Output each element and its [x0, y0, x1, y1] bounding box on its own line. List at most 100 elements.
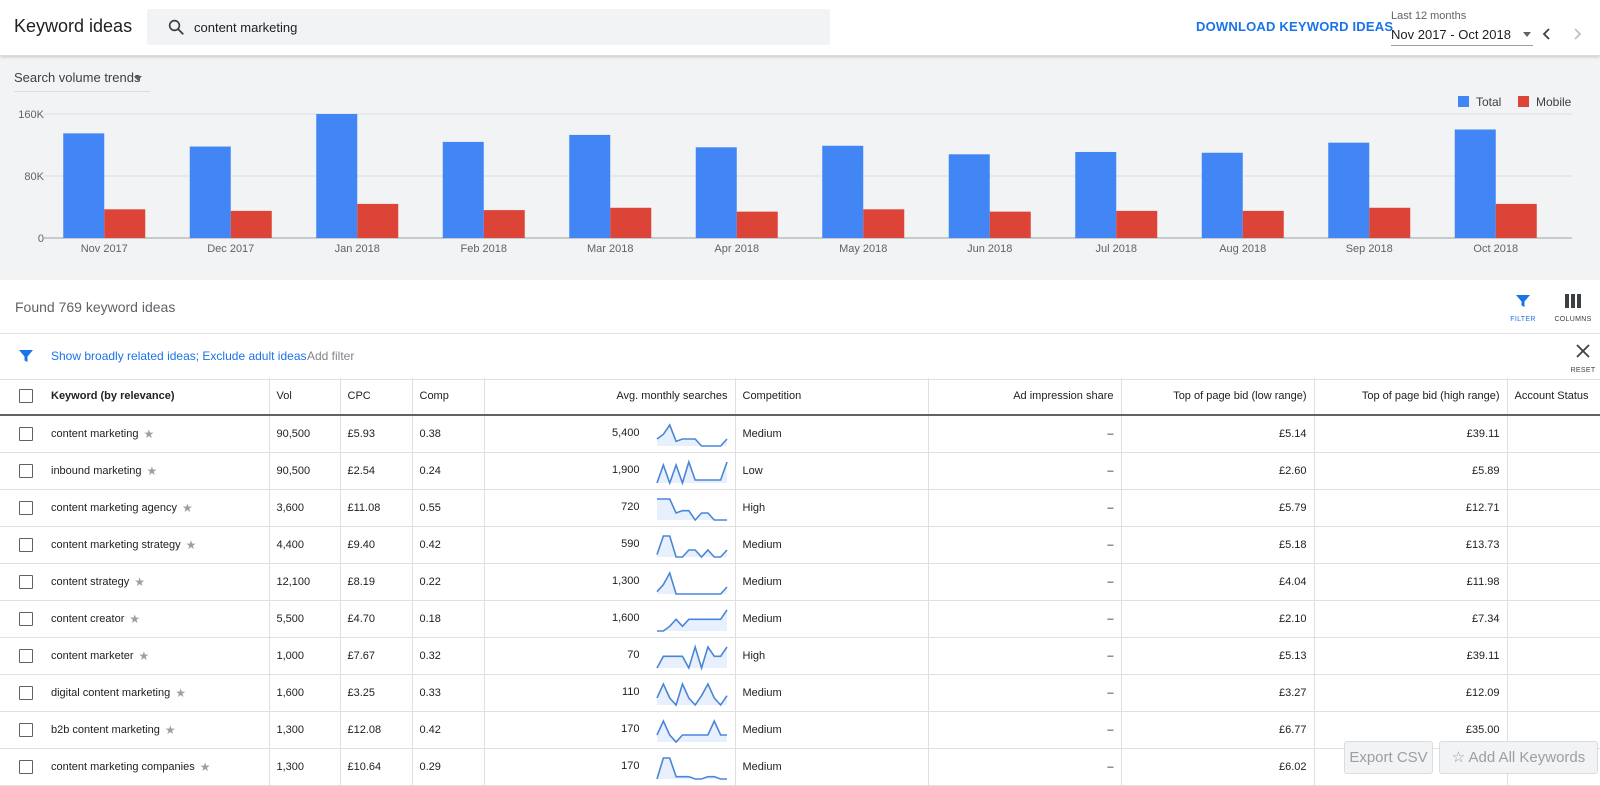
keyword-text[interactable]: content creator: [51, 613, 124, 625]
search-box[interactable]: [147, 9, 830, 45]
select-all-cell: [0, 378, 51, 416]
date-range-select[interactable]: Nov 2017 - Oct 2018: [1391, 25, 1533, 46]
account-status-cell: [1507, 526, 1600, 564]
avg-monthly-searches-value: 1,900: [611, 464, 640, 476]
keyword-text[interactable]: b2b content marketing: [51, 724, 160, 736]
competition-cell: High: [735, 637, 929, 675]
star-icon[interactable]: ★: [175, 686, 186, 700]
chevron-left-icon[interactable]: [1537, 24, 1557, 44]
column-header-avg-monthly-searches[interactable]: Avg. monthly searches: [484, 378, 736, 416]
avg-monthly-searches-cell: 1,600: [484, 600, 736, 638]
comp-cell: 0.32: [412, 637, 485, 675]
keyword-text[interactable]: digital content marketing: [51, 687, 170, 699]
table-row[interactable]: content creator ★ 5,500 £4.70 0.18 1,600 Mediu…: [0, 600, 1600, 638]
star-icon[interactable]: ★: [200, 760, 211, 774]
bid-high-cell: £7.34: [1314, 600, 1508, 638]
ad-impression-share-cell: –: [928, 748, 1122, 786]
keyword-text[interactable]: content marketing companies: [51, 761, 195, 773]
bar-mobile: [357, 203, 399, 238]
avg-monthly-searches-cell: 590: [484, 526, 736, 564]
download-keyword-ideas-button[interactable]: DOWNLOAD KEYWORD IDEAS: [1196, 19, 1393, 34]
keyword-text[interactable]: content marketing strategy: [51, 539, 181, 551]
chevron-right-icon[interactable]: [1567, 24, 1587, 44]
column-header-keyword[interactable]: Keyword (by relevance): [51, 378, 270, 416]
keyword-cell: content marketing agency ★: [51, 489, 270, 527]
avg-monthly-searches-cell: 720: [484, 489, 736, 527]
x-tick-label: Nov 2017: [81, 243, 128, 255]
row-checkbox[interactable]: [18, 612, 33, 626]
column-header-cpc[interactable]: CPC: [340, 378, 413, 416]
competition-cell: Medium: [735, 711, 929, 749]
keyword-text[interactable]: content marketing: [51, 428, 138, 440]
bid-high-cell: £11.98: [1314, 563, 1508, 601]
vol-cell: 1,000: [269, 637, 341, 675]
sparkline: [655, 757, 727, 780]
star-icon[interactable]: ★: [186, 538, 197, 552]
export-csv-button[interactable]: Export CSV: [1344, 741, 1433, 774]
bar-total: [1075, 151, 1117, 238]
keyword-text[interactable]: content marketer: [51, 650, 134, 662]
legend-label-total: Total: [1476, 95, 1501, 109]
column-header-ad-impression-share[interactable]: Ad impression share: [928, 378, 1122, 416]
add-all-keywords-button[interactable]: ☆ Add All Keywords: [1439, 741, 1598, 774]
bar-mobile: [1495, 203, 1537, 238]
row-select-cell: [0, 489, 51, 527]
avg-monthly-searches-cell: 110: [484, 674, 736, 712]
table-row[interactable]: content marketing strategy ★ 4,400 £9.40 0.4…: [0, 526, 1600, 564]
table-row[interactable]: content marketing ★ 90,500 £5.93 0.38 5,400 Me…: [0, 415, 1600, 453]
search-input[interactable]: [194, 9, 794, 45]
bid-high-cell: £12.09: [1314, 674, 1508, 712]
columns-button[interactable]: COLUMNS: [1551, 291, 1595, 327]
vol-cell: 1,600: [269, 674, 341, 712]
table-row[interactable]: inbound marketing ★ 90,500 £2.54 0.24 1,900 Lo…: [0, 452, 1600, 490]
row-checkbox[interactable]: [18, 760, 33, 774]
column-header-account-status[interactable]: Account Status: [1507, 378, 1600, 416]
column-header-bid-low[interactable]: Top of page bid (low range): [1121, 378, 1315, 416]
keyword-text[interactable]: inbound marketing: [51, 465, 142, 477]
table-row[interactable]: content strategy ★ 12,100 £8.19 0.22 1,300 Med…: [0, 563, 1600, 601]
row-checkbox[interactable]: [18, 427, 33, 441]
active-filters-chip[interactable]: Show broadly related ideas; Exclude adul…: [51, 349, 307, 363]
star-icon[interactable]: ★: [139, 649, 150, 663]
y-tick-label: 80K: [24, 171, 44, 183]
keyword-text[interactable]: content marketing agency: [51, 502, 177, 514]
row-checkbox[interactable]: [18, 538, 33, 552]
row-checkbox[interactable]: [18, 649, 33, 663]
reset-button[interactable]: RESET: [1568, 341, 1598, 375]
star-icon[interactable]: ★: [129, 612, 140, 626]
star-icon[interactable]: ★: [143, 427, 154, 441]
search-volume-chart: 0 80K 160K Nov 2017 Dec 2017 Jan 2018 Feb 2018…: [18, 95, 1572, 255]
filter-bar: Show broadly related ideas; Exclude adul…: [0, 333, 1600, 380]
ad-impression-share-cell: –: [928, 526, 1122, 564]
column-header-competition[interactable]: Competition: [735, 378, 929, 416]
ad-impression-share-cell: –: [928, 674, 1122, 712]
star-icon[interactable]: ★: [182, 501, 193, 515]
select-all-checkbox[interactable]: [18, 389, 33, 403]
column-header-vol[interactable]: Vol: [269, 378, 341, 416]
row-checkbox[interactable]: [18, 723, 33, 737]
table-row[interactable]: content marketing agency ★ 3,600 £11.08 0.55…: [0, 489, 1600, 527]
bid-high-cell: £13.73: [1314, 526, 1508, 564]
avg-monthly-searches-value: 5,400: [611, 427, 640, 439]
close-icon: [1576, 344, 1590, 358]
y-tick-label: 0: [38, 233, 44, 245]
star-icon[interactable]: ★: [147, 464, 158, 478]
column-header-comp[interactable]: Comp: [412, 378, 485, 416]
row-checkbox[interactable]: [18, 464, 33, 478]
row-checkbox[interactable]: [18, 686, 33, 700]
ad-impression-share-cell: –: [928, 563, 1122, 601]
add-filter-link[interactable]: Add filter: [307, 349, 354, 363]
column-header-bid-high[interactable]: Top of page bid (high range): [1314, 378, 1508, 416]
avg-monthly-searches-cell: 1,900: [484, 452, 736, 490]
table-row[interactable]: content marketer ★ 1,000 £7.67 0.32 70 High – £5…: [0, 637, 1600, 675]
row-checkbox[interactable]: [18, 501, 33, 515]
star-icon[interactable]: ★: [134, 575, 145, 589]
bar-total: [948, 154, 990, 238]
row-checkbox[interactable]: [18, 575, 33, 589]
star-icon[interactable]: ★: [165, 723, 176, 737]
table-row[interactable]: digital content marketing ★ 1,600 £3.25 0.33…: [0, 674, 1600, 712]
filter-button[interactable]: FILTER: [1501, 291, 1545, 327]
chart-type-select[interactable]: Search volume trends: [14, 70, 150, 92]
keyword-text[interactable]: content strategy: [51, 576, 129, 588]
ad-impression-share-cell: –: [928, 711, 1122, 749]
